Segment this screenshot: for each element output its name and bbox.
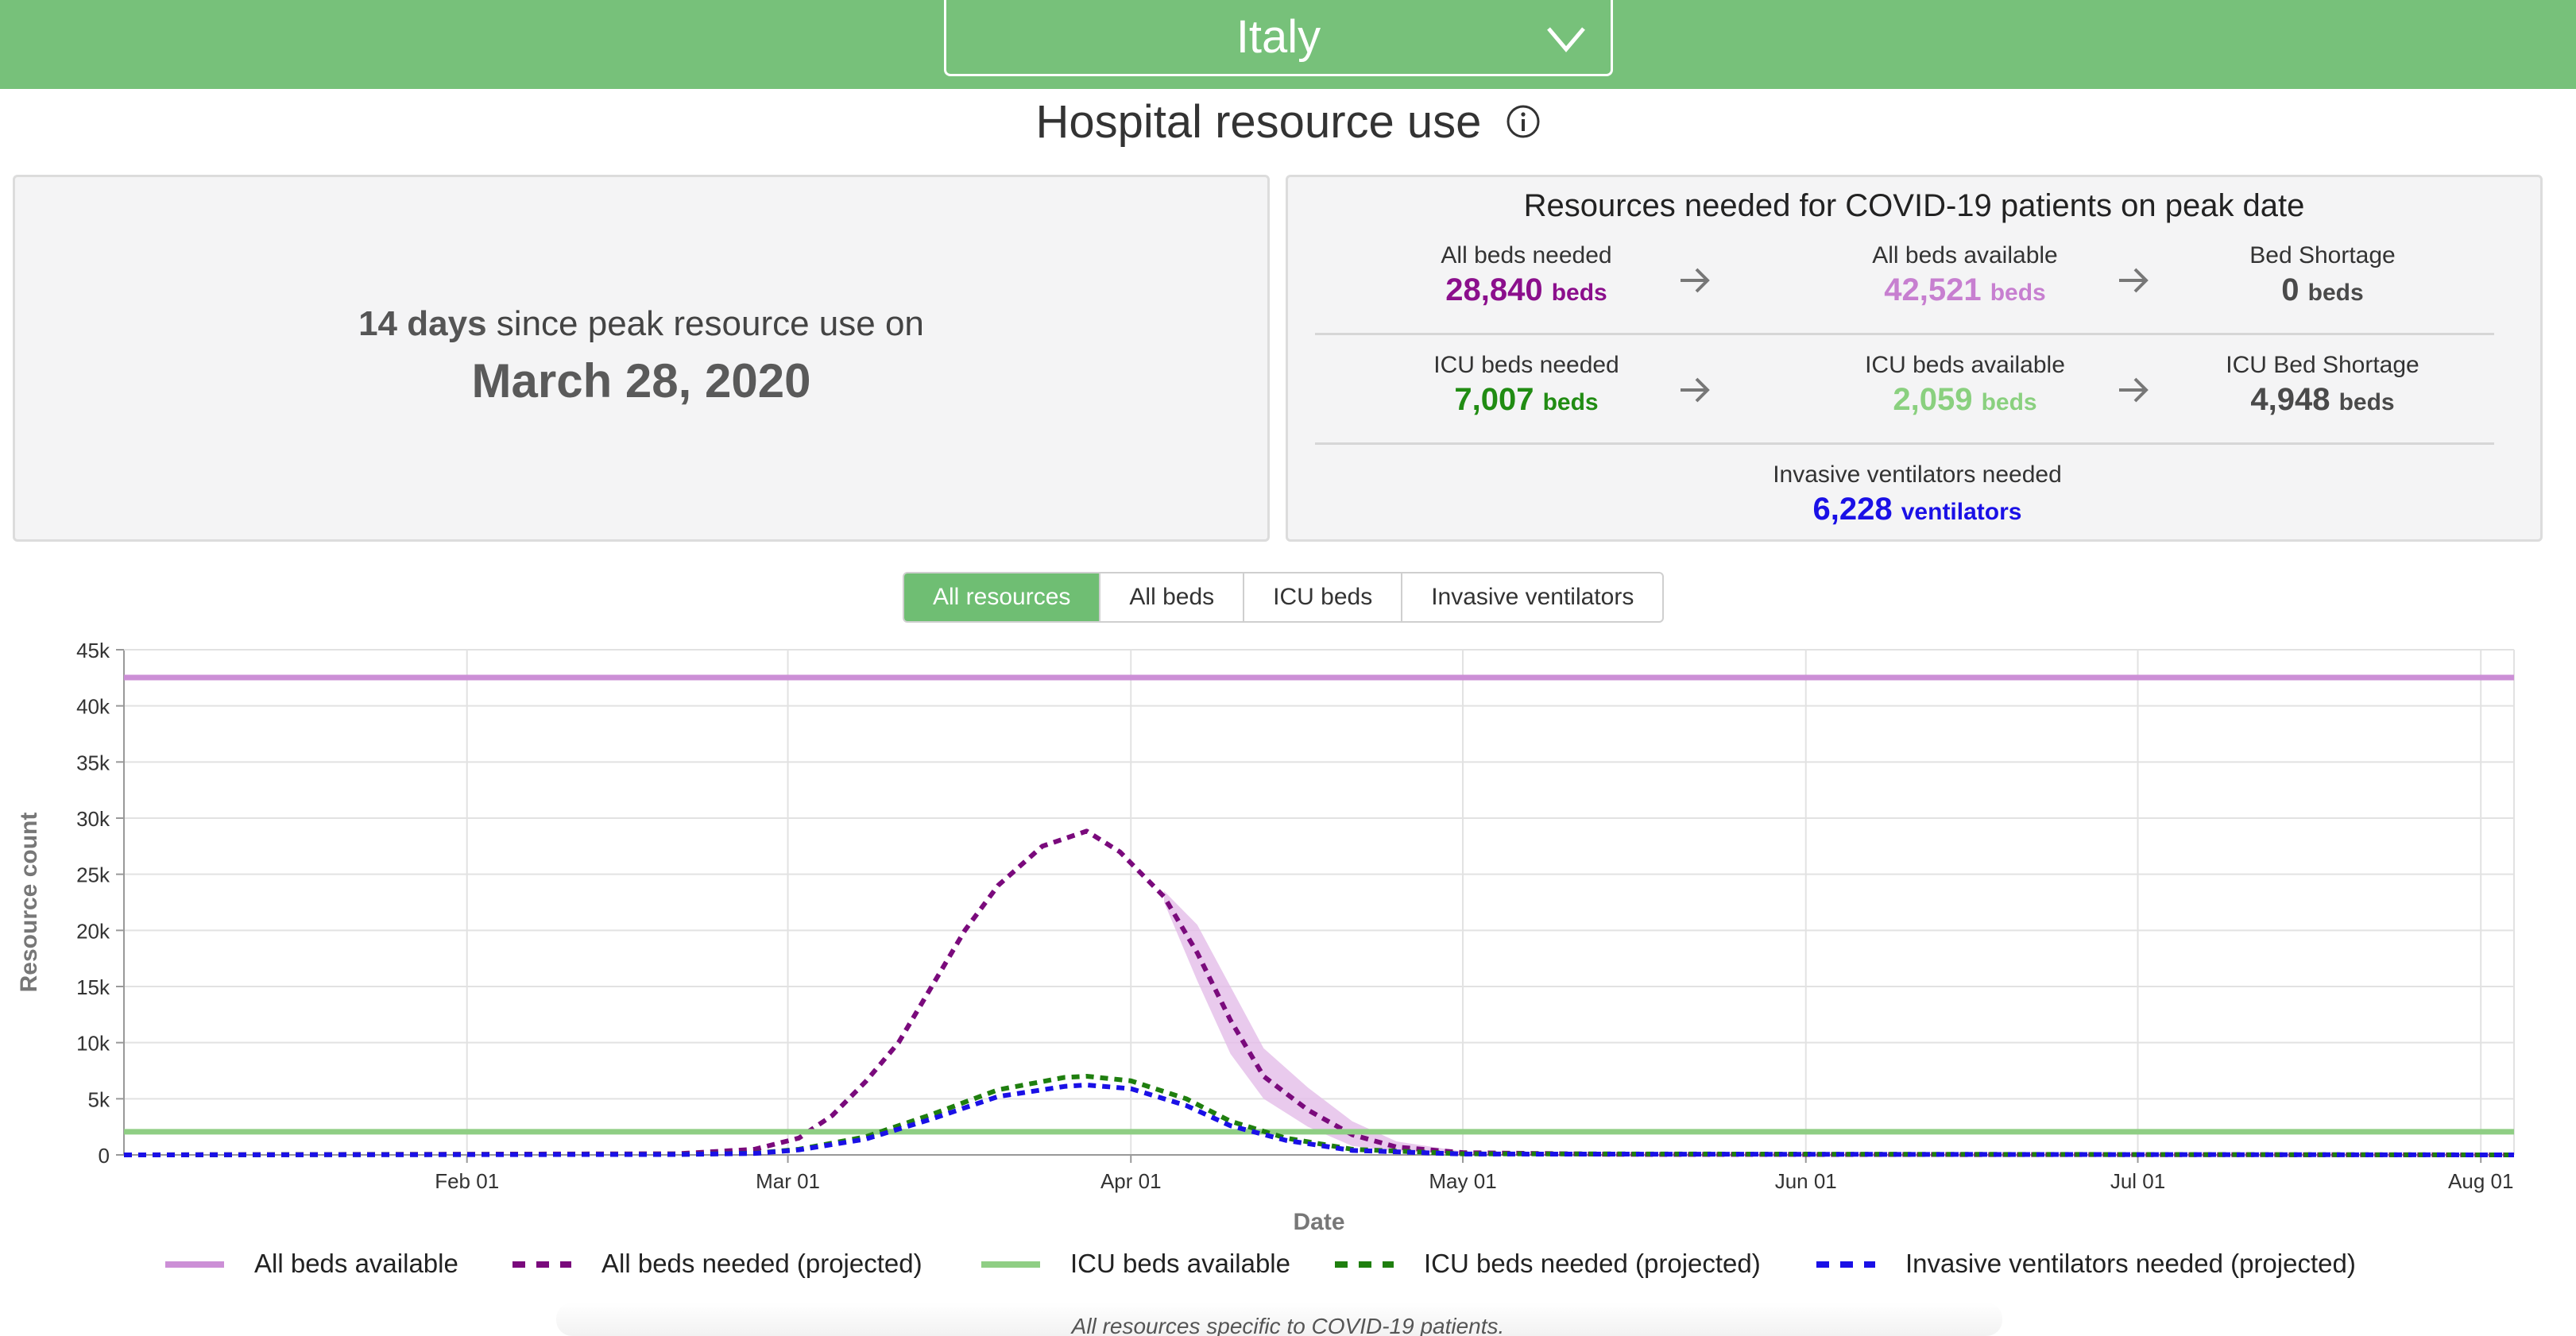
stat-label: All beds needed (1441, 242, 1612, 268)
stat-number: 42,521 (1884, 272, 1982, 307)
page-title-text: Hospital resource use (1035, 96, 1482, 148)
x-axis-label: Date (1293, 1209, 1344, 1235)
stat-number: 6,228 (1812, 492, 1893, 527)
divider (1315, 442, 2494, 445)
legend-label: ICU beds available (1070, 1249, 1290, 1278)
stat-unit: beds (1551, 280, 1607, 306)
stat-label: Invasive ventilators needed (1773, 461, 2062, 488)
stat-unit: ventilators (1901, 499, 2022, 525)
stat-number: 4,948 (2250, 382, 2330, 417)
stat-ventilators-needed: Invasive ventilators needed 6,228 ventil… (1695, 461, 2140, 527)
legend-label: All beds needed (projected) (601, 1249, 922, 1278)
y-tick-label: 45k (76, 639, 110, 662)
x-tick-label: May 01 (1429, 1169, 1496, 1193)
x-tick-label: Jul 01 (2110, 1169, 2165, 1193)
resource-tabs: All resources All beds ICU beds Invasive… (903, 572, 1665, 623)
country-dropdown-value: Italy (1236, 11, 1321, 63)
stat-unit: beds (1981, 389, 2037, 415)
x-tick-label: Apr 01 (1100, 1169, 1162, 1193)
peak-summary-panel: 14 days since peak resource use on March… (13, 175, 1270, 542)
stat-value: 4,948 beds (2100, 382, 2545, 418)
y-tick-label: 30k (76, 807, 110, 831)
y-tick-label: 0 (99, 1144, 110, 1168)
x-tick-label: Mar 01 (756, 1169, 820, 1193)
stat-value: 7,007 beds (1320, 382, 1733, 418)
stat-icu-bed-shortage: ICU Bed Shortage 4,948 beds (2100, 352, 2545, 418)
resources-title: Resources needed for COVID-19 patients o… (1523, 188, 2305, 223)
legend-label: Invasive ventilators needed (projected) (1905, 1249, 2356, 1278)
y-tick-label: 15k (76, 975, 110, 999)
tab-invasive-ventilators[interactable]: Invasive ventilators (1402, 573, 1662, 621)
y-axis-label: Resource count (16, 813, 42, 993)
stat-unit: beds (1990, 280, 2046, 306)
stat-value: 0 beds (2100, 272, 2545, 308)
page-title: Hospital resource use (0, 95, 2576, 149)
stat-number: 28,840 (1445, 272, 1543, 307)
stat-unit: beds (1542, 389, 1599, 415)
stat-all-beds-needed: All beds needed 28,840 beds (1320, 242, 1733, 308)
stat-number: 2,059 (1893, 382, 1973, 417)
stat-label: ICU beds needed (1433, 352, 1619, 378)
info-icon[interactable] (1506, 104, 1541, 139)
stat-label: Bed Shortage (2249, 242, 2396, 268)
y-tick-label: 20k (76, 919, 110, 943)
since-text: since peak resource use on (496, 304, 924, 343)
y-tick-label: 5k (88, 1087, 110, 1111)
chevron-down-icon (1547, 27, 1585, 52)
legend-label: All beds available (254, 1249, 458, 1278)
resource-chart: 0 5k 10k 15k 20k 25k 30k 35k 40k 45k Feb 01 Mar 01 A… (16, 639, 2515, 1278)
legend-label: ICU beds needed (projected) (1424, 1249, 1761, 1278)
stat-value: 28,840 beds (1320, 272, 1733, 308)
stat-number: 0 (2281, 272, 2299, 307)
stat-number: 7,007 (1454, 382, 1534, 417)
stat-unit: beds (2307, 280, 2364, 306)
tab-all-resources[interactable]: All resources (904, 573, 1101, 621)
stat-unit: beds (2338, 389, 2395, 415)
stat-bed-shortage: Bed Shortage 0 beds (2100, 242, 2545, 308)
stat-label: ICU Bed Shortage (2226, 352, 2419, 378)
tab-icu-beds[interactable]: ICU beds (1244, 573, 1403, 621)
x-tick-label: Jun 01 (1775, 1169, 1837, 1193)
y-tick-label: 25k (76, 863, 110, 887)
arrow-right-icon (1681, 268, 1710, 293)
tab-all-beds[interactable]: All beds (1100, 573, 1245, 621)
days-since-peak: 14 days since peak resource use on (15, 304, 1267, 344)
country-dropdown[interactable]: Italy (944, 0, 1613, 76)
days-count: 14 (358, 304, 398, 343)
stat-icu-beds-needed: ICU beds needed 7,007 beds (1320, 352, 1733, 418)
x-tick-label: Aug 01 (2448, 1169, 2513, 1193)
y-tick-label: 35k (76, 751, 110, 774)
x-tick-label: Feb 01 (435, 1169, 499, 1193)
resources-panel: Resources needed for COVID-19 patients o… (1286, 175, 2543, 542)
stat-value: 6,228 ventilators (1695, 492, 2140, 527)
peak-date: March 28, 2020 (471, 354, 811, 407)
arrow-right-icon (1681, 377, 1710, 403)
y-tick-label: 10k (76, 1032, 110, 1056)
footnote: All resources specific to COVID-19 patie… (1071, 1314, 1505, 1336)
days-word: days (407, 304, 487, 343)
divider (1315, 333, 2494, 335)
y-tick-label: 40k (76, 695, 110, 719)
